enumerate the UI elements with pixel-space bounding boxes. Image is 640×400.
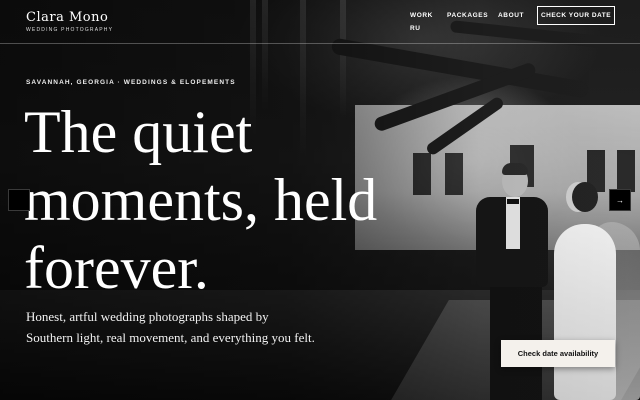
arrow-left-icon[interactable] [8, 189, 30, 211]
nav-item-about[interactable]: ABOUT [498, 12, 524, 19]
nav-item-language-ru[interactable]: RU [410, 25, 421, 32]
header-divider [0, 43, 640, 44]
logo[interactable]: Clara Mono WEDDING PHOTOGRAPHY [26, 10, 113, 33]
brand-name: Clara Mono [26, 10, 109, 25]
check-your-date-button[interactable]: CHECK YOUR DATE [537, 6, 615, 25]
nav-item-packages[interactable]: PACKAGES [447, 12, 488, 19]
hero-subtext: Honest, artful wedding photographs shape… [26, 309, 315, 345]
headline-line-2: moments, held [24, 167, 378, 233]
arrow-right-icon[interactable]: → [609, 189, 631, 211]
check-date-availability-button[interactable]: Check date availability [501, 340, 615, 367]
nav-item-work[interactable]: WORK [410, 12, 433, 19]
hero-headline: The quiet moments, held forever. [24, 98, 454, 302]
headline-line-3: forever. [24, 235, 209, 301]
location-eyebrow: SAVANNAH, GEORGIA · WEDDINGS & ELOPEMENT… [26, 79, 236, 86]
brand-tagline: WEDDING PHOTOGRAPHY [26, 27, 114, 33]
headline-line-1: The quiet [24, 99, 253, 165]
hero-section: Clara Mono WEDDING PHOTOGRAPHY WORK PACK… [0, 0, 640, 400]
